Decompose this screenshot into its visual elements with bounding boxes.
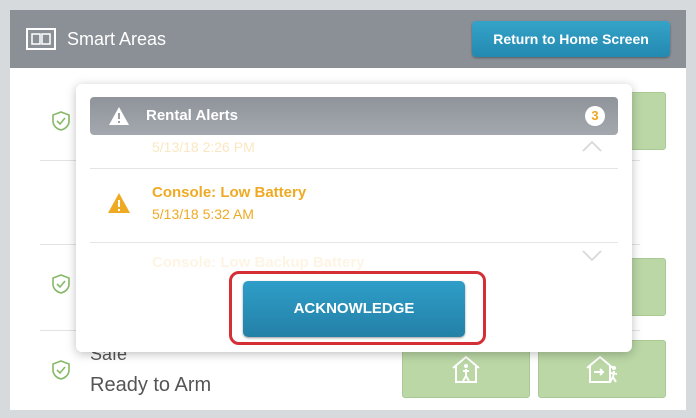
divider — [90, 168, 618, 169]
smart-areas-icon — [26, 28, 56, 50]
alert-time: 5/13/18 5:32 AM — [152, 206, 254, 222]
home-stay-icon — [452, 355, 480, 383]
alert-title: Console: Low Backup Battery — [152, 254, 365, 271]
divider — [90, 242, 618, 243]
chevron-down-icon[interactable] — [582, 250, 602, 262]
highlight-outline — [229, 271, 486, 345]
alert-title: Console: Low Battery — [152, 184, 307, 201]
page-title: Smart Areas — [67, 29, 167, 49]
alert-count-badge: 3 — [585, 106, 605, 126]
shield-icon — [52, 274, 70, 294]
top-bar: Smart Areas Return to Home Screen — [10, 10, 686, 68]
modal-header: Rental Alerts 3 — [90, 97, 618, 135]
chevron-up-icon[interactable] — [582, 140, 602, 152]
warning-icon — [109, 107, 129, 125]
alert-item[interactable]: Console: Low Battery 5/13/18 5:32 AM — [76, 170, 632, 240]
shield-icon — [52, 111, 70, 131]
shield-icon — [52, 360, 70, 380]
alert-item[interactable]: 5/13/18 2:26 PM — [76, 132, 632, 162]
modal-title: Rental Alerts — [146, 107, 238, 124]
warning-icon — [108, 193, 130, 213]
area-substatus: Ready to Arm — [90, 374, 212, 396]
home-away-icon — [586, 355, 618, 383]
alert-time: 5/13/18 2:26 PM — [152, 139, 255, 155]
return-home-button[interactable]: Return to Home Screen — [472, 21, 670, 57]
